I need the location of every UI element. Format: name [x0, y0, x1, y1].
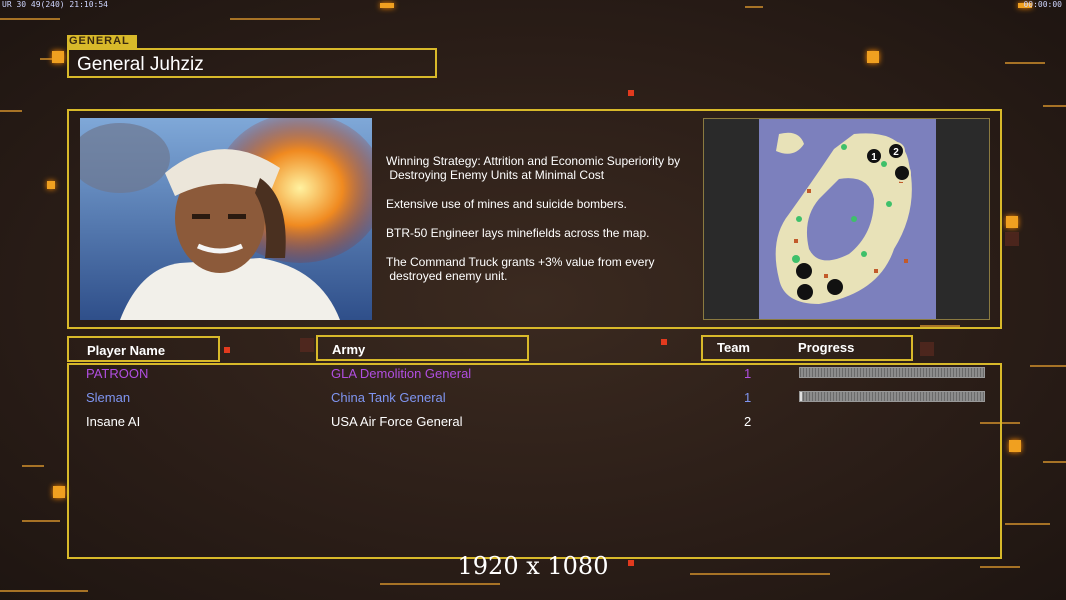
player-progress-bar: [799, 367, 985, 378]
column-label: Player Name: [87, 343, 166, 358]
player-name: Insane AI: [86, 414, 141, 429]
map-start-marker: 2: [893, 147, 899, 158]
player-progress-bar: [799, 391, 985, 402]
column-label-progress: Progress: [798, 340, 855, 355]
general-portrait: [80, 118, 372, 320]
progress-fill: [800, 392, 802, 401]
map-start-marker: 1: [871, 152, 877, 163]
strategy-description: Winning Strategy: Attrition and Economic…: [386, 154, 701, 298]
strategy-line: BTR-50 Engineer lays minefields across t…: [386, 226, 650, 240]
strategy-line: The Command Truck grants +3% value from …: [386, 255, 655, 283]
strategy-line: Extensive use of mines and suicide bombe…: [386, 197, 627, 211]
player-team: 1: [744, 366, 752, 381]
player-army: GLA Demolition General: [331, 366, 472, 381]
column-header-player-name: Player Name: [67, 336, 220, 362]
resolution-label: 1920 x 1080: [457, 552, 609, 580]
player-team: 1: [744, 390, 752, 405]
player-army: China Tank General: [331, 390, 446, 405]
player-army: USA Air Force General: [331, 414, 463, 429]
general-title-box: General Juhziz: [67, 48, 437, 78]
general-tag: GENERAL: [67, 35, 137, 48]
strategy-line: Winning Strategy: Attrition and Economic…: [386, 154, 681, 182]
map-preview: 1 2: [703, 118, 990, 320]
player-name: Sleman: [86, 390, 131, 405]
debug-overlay-left: UR 30 49(240) 21:10:54: [2, 0, 108, 9]
player-team: 2: [744, 414, 752, 429]
column-label-team: Team: [717, 340, 750, 355]
column-header-team-progress: Team Progress: [701, 335, 913, 361]
column-header-army: Army: [316, 335, 529, 361]
general-name: General Juhziz: [77, 54, 204, 75]
game-clock: 00:00:00: [1023, 0, 1062, 9]
column-label: Army: [332, 342, 366, 357]
player-name: PATROON: [86, 366, 149, 381]
